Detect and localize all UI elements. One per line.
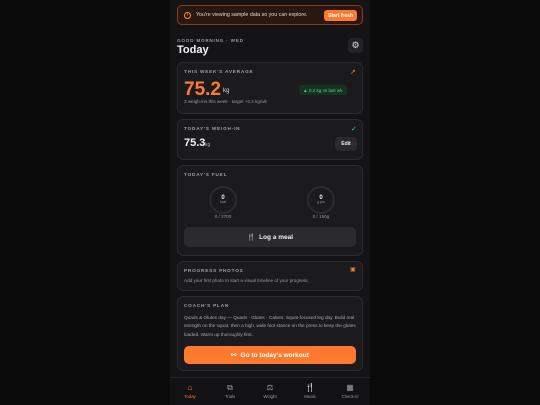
tab-meals[interactable]: 🍴 Meals <box>290 378 330 405</box>
tab-label: Today <box>184 394 196 399</box>
weekly-average-unit: kg <box>223 88 230 94</box>
protein-ring: 0 g pro <box>307 186 335 214</box>
weekly-average-card: THIS WEEK'S AVERAGE ↗ 75.2 kg ▲ 0.2 kg v… <box>177 62 363 114</box>
start-fresh-button[interactable]: Start fresh <box>323 10 357 21</box>
weigh-in-unit: kg <box>205 142 211 148</box>
progress-photos-text: Add your first photo to start a visual t… <box>184 278 309 283</box>
greeting: GOOD MORNING · WED <box>177 38 244 43</box>
log-meal-label: Log a meal <box>259 233 294 241</box>
trend-up-icon: ↗ <box>350 69 356 76</box>
weekly-average-label: THIS WEEK'S AVERAGE <box>184 69 254 74</box>
weekly-average-subtitle: 3 weigh-ins this week · target +0.2 kg/w… <box>184 99 267 104</box>
page-title: Today <box>177 44 209 56</box>
kcal-ring: 0 kcal <box>209 186 237 214</box>
camera-icon[interactable]: ▣ <box>350 266 356 273</box>
weigh-in-value: 75.3 <box>184 137 206 149</box>
protein-caption: 0 / 150g <box>312 214 330 219</box>
tab-check-in[interactable]: ▦ Check-in <box>330 378 370 405</box>
weekly-average-value: 75.2 <box>184 79 221 100</box>
gear-icon[interactable]: ⚙ <box>348 38 363 53</box>
fork-knife-icon: 🍴 <box>305 383 315 392</box>
kcal-unit: kcal <box>220 200 226 205</box>
bottom-tab-bar: ⌂ Today ⧉ Trials ⚖ Weight 🍴 Meals ▦ Chec… <box>170 377 370 405</box>
tab-label: Meals <box>304 394 316 399</box>
tab-label: Weight <box>263 394 277 399</box>
calendar-icon: ▦ <box>346 383 354 392</box>
tab-trials[interactable]: ⧉ Trials <box>210 378 250 405</box>
fuel-label: TODAY'S FUEL <box>184 172 228 177</box>
log-meal-button[interactable]: 🍴 Log a meal <box>184 227 356 247</box>
delta-badge: ▲ 0.2 kg vs last wk <box>299 85 347 95</box>
progress-photos-label: PROGRESS PHOTOS <box>184 268 244 273</box>
go-to-workout-button[interactable]: ⚯ Go to today's workout <box>184 346 356 364</box>
coach-plan-label: COACH'S PLAN <box>184 303 230 308</box>
fork-knife-icon: 🍴 <box>246 234 256 241</box>
check-icon: ✓ <box>351 126 357 133</box>
progress-photos-card[interactable]: PROGRESS PHOTOS ▣ Add your first photo t… <box>177 261 363 291</box>
edit-weigh-in-button[interactable]: Edit <box>335 137 357 151</box>
tab-label: Check-in <box>341 394 359 399</box>
protein-unit: g pro <box>317 200 325 205</box>
tab-today[interactable]: ⌂ Today <box>170 378 210 405</box>
app-screen: i You're viewing sample data so you can … <box>170 0 370 405</box>
fuel-card: TODAY'S FUEL 0 kcal 0 / 2700 0 g pro 0 /… <box>177 165 363 256</box>
trials-icon: ⧉ <box>227 383 233 392</box>
banner-text: You're viewing sample data so you can ex… <box>196 12 308 18</box>
tab-weight[interactable]: ⚖ Weight <box>250 378 290 405</box>
go-to-workout-label: Go to today's workout <box>240 351 309 359</box>
sample-data-banner: i You're viewing sample data so you can … <box>177 5 363 25</box>
weigh-in-label: TODAY'S WEIGH-IN <box>184 126 241 131</box>
coach-plan-text: Quads & Glutes day — Quads · Glutes · Ca… <box>184 315 356 337</box>
tab-label: Trials <box>224 394 236 399</box>
home-icon: ⌂ <box>187 383 193 392</box>
coach-plan-card: COACH'S PLAN Quads & Glutes day — Quads … <box>177 296 363 371</box>
dumbbell-icon: ⚯ <box>231 352 237 359</box>
scale-icon: ⚖ <box>266 383 274 392</box>
kcal-caption: 0 / 2700 <box>214 214 232 219</box>
weigh-in-card: TODAY'S WEIGH-IN ✓ 75.3 kg Edit <box>177 119 363 160</box>
info-icon: i <box>184 11 191 19</box>
